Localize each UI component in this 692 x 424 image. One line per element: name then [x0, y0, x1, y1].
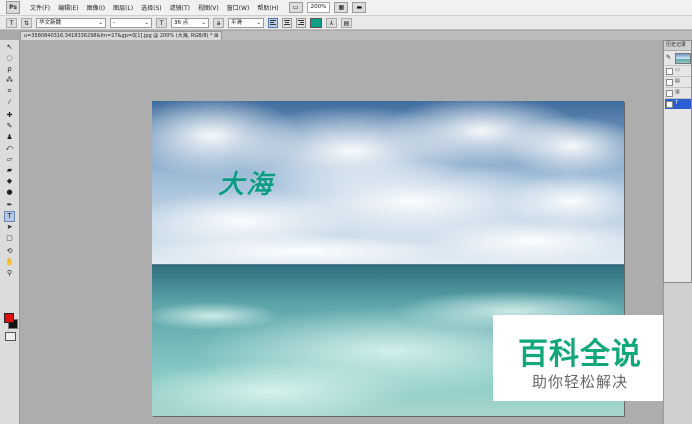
hand-tool-icon[interactable]: ✋ — [5, 258, 14, 267]
options-bar: T ⇅ 华文新魏 ⌄ - ⌄ T 36 点 ⌄ a 平滑 ⌄ ⅄ ▤ — [0, 16, 692, 30]
tool-preset-button[interactable]: T — [6, 17, 17, 28]
healing-brush-tool-icon[interactable]: ✚ — [5, 111, 14, 120]
antialias-select[interactable]: 平滑 ⌄ — [228, 17, 264, 28]
text-orientation-icon[interactable]: ⇅ — [21, 17, 32, 28]
align-center-button[interactable] — [282, 17, 292, 28]
font-style-select[interactable]: - ⌄ — [110, 17, 152, 28]
watermark-subtitle: 助你轻松解决 — [531, 373, 628, 391]
quick-mask-button[interactable] — [5, 332, 16, 341]
font-size-select[interactable]: 36 点 ⌄ — [171, 17, 209, 28]
align-right-button[interactable] — [296, 17, 306, 28]
marquee-tool-icon[interactable]: ◌ — [5, 54, 14, 63]
history-row[interactable]: ▭ — [665, 65, 691, 76]
menu-window[interactable]: 窗口(W) — [223, 3, 254, 12]
menu-select[interactable]: 选择(S) — [137, 3, 166, 12]
history-brush-icon: ✎ — [666, 54, 672, 61]
clone-stamp-tool-icon[interactable]: ♟ — [5, 133, 14, 142]
history-brush-source-checkbox[interactable] — [666, 101, 673, 108]
font-family-select[interactable]: 华文新魏 ⌄ — [36, 17, 106, 28]
zoom-dropdown[interactable]: 200% — [306, 2, 331, 13]
crop-tool-icon[interactable]: ⌗ — [5, 87, 14, 96]
menu-help[interactable]: 帮助(H) — [253, 3, 282, 12]
foreground-color-swatch[interactable] — [4, 313, 14, 323]
chevron-down-icon: ⌄ — [144, 19, 149, 26]
menu-file[interactable]: 文件(F) — [26, 3, 54, 12]
history-step-icon: ▤ — [675, 78, 680, 84]
history-snapshot[interactable]: ✎ — [666, 53, 691, 64]
history-brush-tool-icon[interactable]: ⤺ — [5, 144, 14, 153]
gradient-tool-icon[interactable]: ▰ — [5, 166, 14, 175]
history-brush-source-checkbox[interactable] — [666, 90, 673, 97]
chevron-down-icon: ⌄ — [256, 19, 261, 26]
pen-tool-icon[interactable]: ✒ — [5, 201, 14, 210]
character-panel-icon[interactable]: ▤ — [341, 17, 352, 28]
menu-view[interactable]: 视图(V) — [194, 3, 223, 12]
menu-filter[interactable]: 滤镜(T) — [166, 3, 194, 12]
history-panel: 历史记录 ✎ ▭ ▤ ▥ T — [663, 40, 692, 283]
3d-rotate-tool-icon[interactable]: ⟲ — [5, 247, 14, 256]
menu-image[interactable]: 图像(I) — [83, 3, 109, 12]
menu-layer[interactable]: 图层(L) — [109, 3, 137, 12]
font-style-value: - — [113, 19, 115, 26]
screen-mode-icon[interactable]: ▭ — [288, 2, 303, 13]
antialias-icon: a — [213, 17, 224, 28]
quick-select-tool-icon[interactable]: ⁂ — [5, 76, 14, 85]
menu-bar: Ps 文件(F) 编辑(E) 图像(I) 图层(L) 选择(S) 滤镜(T) 视… — [0, 0, 692, 16]
tools-panel: ↖ ◌ ρ ⁂ ⌗ ⁄ ✚ ✎ ♟ ⤺ ▱ ▰ ◆ ● ✒ T ➤ ▢ ⟲ ✋ … — [0, 40, 20, 424]
antialias-value: 平滑 — [231, 19, 243, 26]
document-tab[interactable]: u=3580840316,3418336298&fm=27&gp=0[1].jp… — [20, 31, 223, 40]
canvas-text-layer[interactable]: 大海 — [218, 164, 274, 201]
history-step-icon: ▥ — [675, 89, 680, 95]
shape-tool-icon[interactable]: ▢ — [5, 234, 14, 243]
chevron-down-icon: ⌄ — [201, 19, 206, 26]
snapshot-thumbnail — [675, 53, 691, 64]
menu-edit[interactable]: 编辑(E) — [54, 3, 82, 12]
history-brush-source-checkbox[interactable] — [666, 79, 673, 86]
text-color-swatch[interactable] — [310, 17, 322, 28]
history-panel-title[interactable]: 历史记录 — [664, 41, 691, 51]
eraser-tool-icon[interactable]: ▱ — [5, 155, 14, 164]
photoshop-logo: Ps — [6, 1, 20, 14]
document-tab-title: u=3580840316,3418336298&fm=27&gp=0[1].jp… — [24, 33, 213, 39]
watermark-title: 百科全说 — [518, 337, 642, 372]
arrange-documents-icon[interactable]: ▦ — [334, 2, 349, 13]
screen-mode-dropdown-icon[interactable]: ▬ — [352, 2, 367, 13]
chevron-down-icon: ⌄ — [98, 19, 103, 26]
font-size-icon: T — [156, 17, 167, 28]
watermark-box: 百科全说 助你轻松解决 — [493, 315, 667, 401]
move-tool-icon[interactable]: ↖ — [5, 43, 14, 52]
font-family-value: 华文新魏 — [39, 19, 62, 26]
close-icon[interactable]: ⊠ — [214, 33, 218, 39]
type-tool-icon[interactable]: T — [4, 211, 15, 222]
document-tab-row: u=3580840316,3418336298&fm=27&gp=0[1].jp… — [20, 31, 692, 40]
history-brush-source-checkbox[interactable] — [666, 68, 673, 75]
history-row[interactable]: ▤ — [665, 76, 691, 87]
history-row[interactable]: ▥ — [665, 87, 691, 98]
history-step-icon: ▭ — [675, 67, 680, 73]
zoom-tool-icon[interactable]: ⚲ — [5, 269, 14, 278]
history-step-icon: T — [675, 100, 679, 106]
align-left-button[interactable] — [268, 17, 278, 28]
warp-text-icon[interactable]: ⅄ — [326, 17, 337, 28]
lasso-tool-icon[interactable]: ρ — [5, 65, 14, 74]
brush-tool-icon[interactable]: ✎ — [5, 122, 14, 131]
path-select-tool-icon[interactable]: ➤ — [5, 223, 14, 232]
dodge-tool-icon[interactable]: ● — [5, 188, 14, 197]
history-row-selected[interactable]: T — [665, 98, 691, 109]
blur-tool-icon[interactable]: ◆ — [5, 177, 14, 186]
font-size-value: 36 点 — [174, 19, 189, 26]
eyedropper-tool-icon[interactable]: ⁄ — [5, 98, 14, 107]
